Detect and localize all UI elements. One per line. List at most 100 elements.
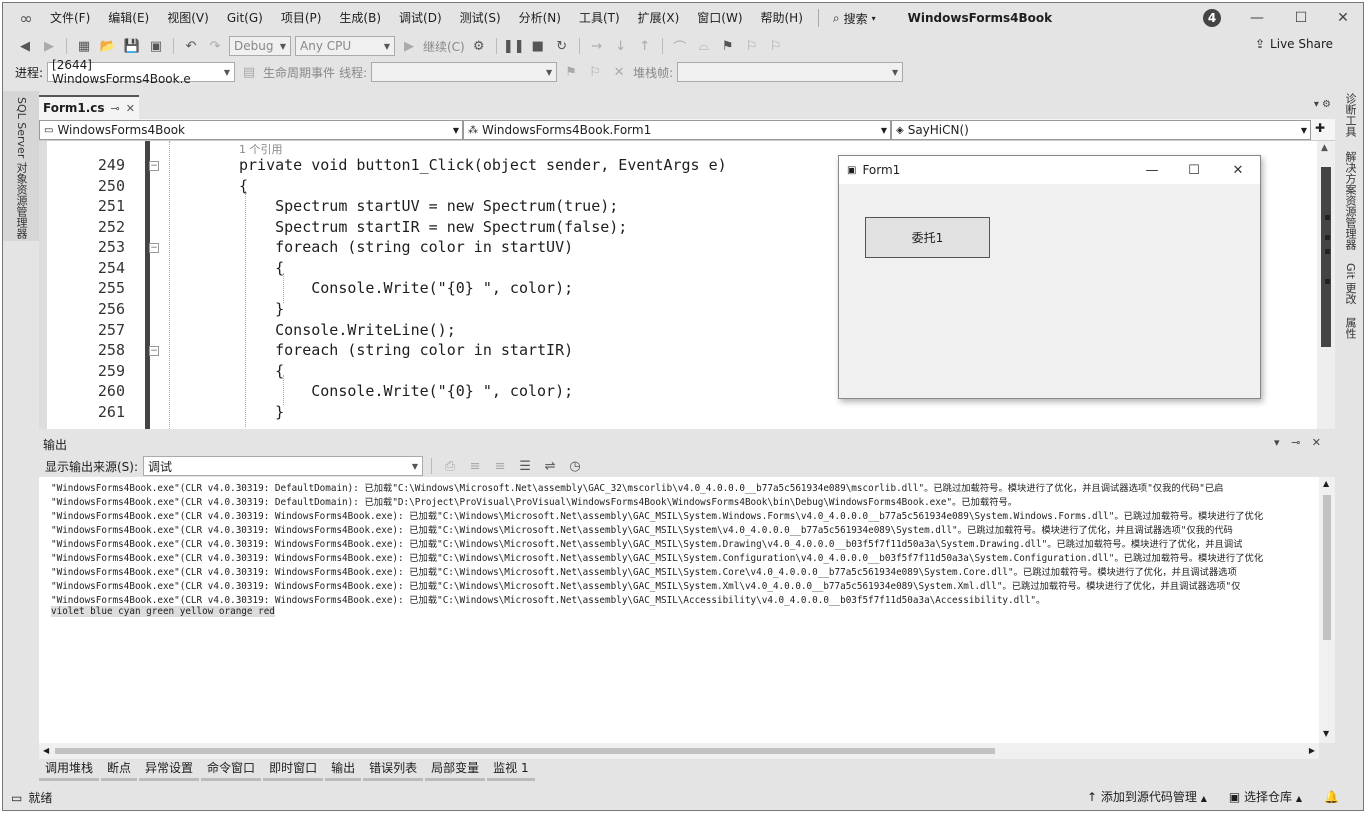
- scrollbar-thumb[interactable]: [55, 748, 995, 754]
- output-source-dropdown[interactable]: 调试 ▼: [143, 456, 424, 476]
- scroll-left-icon[interactable]: ◀: [43, 746, 49, 755]
- play-icon[interactable]: ▶: [399, 36, 419, 56]
- menu-test[interactable]: 测试(S): [451, 3, 510, 33]
- step-over-icon[interactable]: →: [587, 36, 607, 56]
- process-dropdown[interactable]: [2644] WindowsForms4Book.e ▼: [47, 58, 236, 86]
- flag-threads-icon[interactable]: ⚐: [585, 62, 605, 82]
- comment-icon[interactable]: ⌒: [670, 36, 690, 56]
- tab-command-window[interactable]: 命令窗口: [201, 759, 262, 781]
- add-to-source-control-button[interactable]: ↑ 添加到源代码管理 ▲: [1087, 788, 1207, 805]
- menu-help[interactable]: 帮助(H): [752, 3, 812, 33]
- scroll-up-icon[interactable]: ▲: [1321, 143, 1328, 153]
- lifecycle-events-button[interactable]: 生命周期事件: [263, 64, 335, 81]
- select-repository-button[interactable]: ▣ 选择仓库 ▲: [1229, 788, 1302, 805]
- output-horizontal-scrollbar[interactable]: ◀ ▶: [39, 743, 1319, 759]
- output-text-area[interactable]: "WindowsForms4Book.exe"(CLR v4.0.30319: …: [39, 477, 1335, 743]
- notification-badge[interactable]: 4: [1203, 9, 1221, 27]
- configuration-dropdown[interactable]: Debug ▼: [229, 36, 291, 56]
- scrollbar-thumb[interactable]: [1321, 167, 1331, 347]
- prev-bookmark-icon[interactable]: ⚐: [742, 36, 762, 56]
- output-vertical-scrollbar[interactable]: ▲ ▼: [1319, 477, 1335, 743]
- find-message-icon[interactable]: ⎙: [440, 456, 460, 476]
- undo-icon[interactable]: ↶: [181, 36, 201, 56]
- codelens-references[interactable]: 1 个引用: [239, 141, 283, 157]
- form1-maximize-button[interactable]: ☐: [1173, 156, 1215, 184]
- notifications-bell-icon[interactable]: 🔔: [1324, 790, 1339, 804]
- properties-tab[interactable]: 属性: [1342, 317, 1358, 339]
- stop-icon[interactable]: ■: [528, 36, 548, 56]
- maximize-button[interactable]: ☐: [1279, 3, 1323, 33]
- tab-overflow-icon[interactable]: ▾ ⚙: [1314, 99, 1331, 110]
- menu-build[interactable]: 生成(B): [330, 3, 390, 33]
- exception-icon[interactable]: ✕: [609, 62, 629, 82]
- attach-icon[interactable]: ⚙: [469, 36, 489, 56]
- stack-frame-dropdown[interactable]: ▼: [677, 62, 904, 82]
- open-file-icon[interactable]: 📂: [98, 36, 118, 56]
- menu-analyze[interactable]: 分析(N): [510, 3, 570, 33]
- project-dropdown[interactable]: ▭ WindowsForms4Book ▼: [39, 120, 463, 140]
- uncomment-icon[interactable]: ⌓: [694, 36, 714, 56]
- delegate1-button[interactable]: 委托1: [865, 217, 990, 258]
- minimize-button[interactable]: —: [1235, 3, 1279, 33]
- forward-icon[interactable]: ▶: [39, 36, 59, 56]
- search-button[interactable]: ⌕ 搜索 ▾: [825, 10, 884, 27]
- menu-extensions[interactable]: 扩展(X): [629, 3, 689, 33]
- platform-dropdown[interactable]: Any CPU ▼: [295, 36, 395, 56]
- scrollbar-thumb[interactable]: [1323, 495, 1331, 640]
- sql-server-explorer-tab[interactable]: SQL Server 对象资源管理器: [13, 97, 29, 239]
- next-bookmark-icon[interactable]: ⚐: [766, 36, 786, 56]
- back-icon[interactable]: ◀: [15, 36, 35, 56]
- new-project-icon[interactable]: ▦: [74, 36, 94, 56]
- menu-file[interactable]: 文件(F): [41, 3, 99, 33]
- scroll-up-icon[interactable]: ▲: [1323, 479, 1329, 488]
- class-dropdown[interactable]: ⁂ WindowsForms4Book.Form1 ▼: [463, 120, 891, 140]
- continue-button[interactable]: 继续(C): [423, 38, 465, 55]
- tab-watch-1[interactable]: 监视 1: [487, 759, 535, 781]
- git-changes-tab[interactable]: Git 更改: [1342, 263, 1358, 304]
- form1-titlebar[interactable]: ▣ Form1 — ☐ ✕: [839, 156, 1260, 184]
- next-message-icon[interactable]: ≡: [490, 456, 510, 476]
- form1-minimize-button[interactable]: —: [1131, 156, 1173, 184]
- menu-git[interactable]: Git(G): [218, 3, 272, 33]
- panel-controls-icon[interactable]: ▾ ⊸ ✕: [1274, 436, 1325, 449]
- save-icon[interactable]: 💾: [122, 36, 142, 56]
- tab-immediate-window[interactable]: 即时窗口: [263, 759, 324, 781]
- solution-explorer-tab[interactable]: 解决方案资源管理器: [1342, 151, 1358, 250]
- flag-icon[interactable]: ⚑: [561, 62, 581, 82]
- collapse-icon[interactable]: −: [149, 161, 159, 171]
- step-out-icon[interactable]: ↑: [635, 36, 655, 56]
- scroll-right-icon[interactable]: ▶: [1309, 746, 1315, 755]
- collapse-icon[interactable]: −: [149, 243, 159, 253]
- menu-tools[interactable]: 工具(T): [570, 3, 629, 33]
- bookmark-icon[interactable]: ⚑: [718, 36, 738, 56]
- scroll-down-icon[interactable]: ▼: [1323, 729, 1329, 738]
- menu-project[interactable]: 项目(P): [272, 3, 331, 33]
- menu-view[interactable]: 视图(V): [158, 3, 218, 33]
- step-into-icon[interactable]: ↓: [611, 36, 631, 56]
- live-share-button[interactable]: ⇪ Live Share: [1255, 37, 1333, 51]
- editor-vertical-scrollbar[interactable]: ▲: [1317, 141, 1335, 429]
- word-wrap-icon[interactable]: ⇌: [540, 456, 560, 476]
- collapse-icon[interactable]: −: [149, 346, 159, 356]
- diagnostic-tools-tab[interactable]: 诊断工具: [1342, 93, 1358, 137]
- menu-window[interactable]: 窗口(W): [688, 3, 751, 33]
- menu-edit[interactable]: 编辑(E): [99, 3, 158, 33]
- timestamp-icon[interactable]: ◷: [565, 456, 585, 476]
- pin-icon[interactable]: ⊸: [111, 102, 120, 115]
- member-dropdown[interactable]: ◈ SayHiCN() ▼: [891, 120, 1311, 140]
- tab-breakpoints[interactable]: 断点: [101, 759, 138, 781]
- close-tab-icon[interactable]: ✕: [126, 102, 135, 115]
- pause-icon[interactable]: ❚❚: [503, 36, 525, 56]
- tab-error-list[interactable]: 错误列表: [363, 759, 424, 781]
- tab-output[interactable]: 输出: [325, 759, 362, 781]
- tab-call-stack[interactable]: 调用堆栈: [39, 759, 100, 781]
- tab-exception-settings[interactable]: 异常设置: [139, 759, 200, 781]
- save-all-icon[interactable]: ▣: [146, 36, 166, 56]
- tab-locals[interactable]: 局部变量: [425, 759, 486, 781]
- close-button[interactable]: ✕: [1321, 3, 1363, 33]
- split-window-icon[interactable]: ✚: [1311, 119, 1329, 140]
- form1-close-button[interactable]: ✕: [1217, 156, 1259, 184]
- tab-form1-cs[interactable]: Form1.cs ⊸ ✕: [39, 95, 139, 119]
- menu-debug[interactable]: 调试(D): [390, 3, 451, 33]
- clear-all-icon[interactable]: ☰: [515, 456, 535, 476]
